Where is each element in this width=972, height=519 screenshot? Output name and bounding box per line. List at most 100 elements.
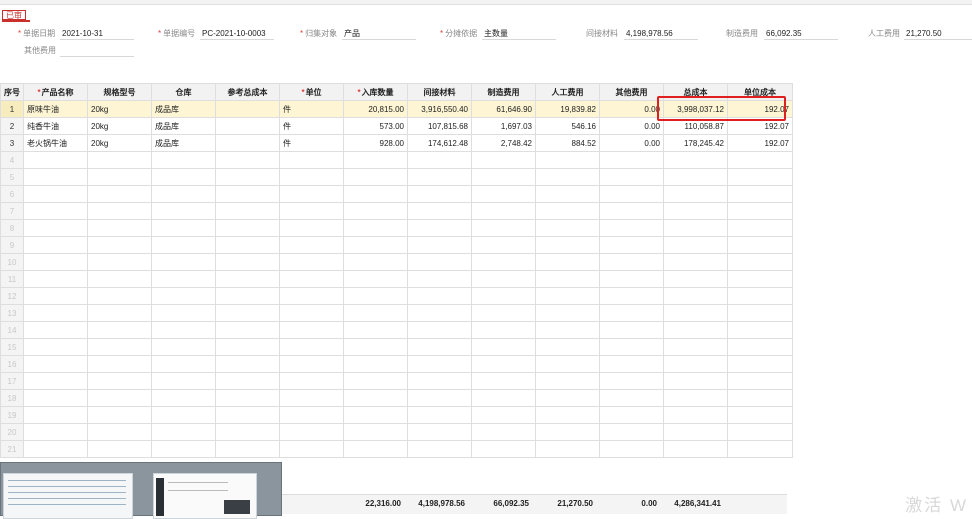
table-cell[interactable] [215,134,280,152]
column-header[interactable]: *产品名称 [23,83,88,101]
preview-window-2[interactable] [153,473,257,519]
table-cell[interactable] [23,185,88,203]
table-cell[interactable] [23,372,88,390]
table-cell[interactable]: 成品库 [151,117,216,135]
table-cell[interactable] [151,219,216,237]
table-cell[interactable] [87,440,152,458]
table-cell[interactable]: 纯香牛油 [23,117,88,135]
table-cell[interactable] [343,423,408,441]
table-cell[interactable] [727,355,793,373]
empty-table-row[interactable]: 19 [0,406,793,424]
table-cell[interactable] [535,236,600,254]
empty-table-row[interactable]: 17 [0,372,793,390]
table-cell[interactable] [599,406,664,424]
table-cell[interactable] [279,338,344,356]
empty-table-row[interactable]: 14 [0,321,793,339]
table-cell[interactable] [279,406,344,424]
table-cell[interactable] [215,151,280,169]
table-cell[interactable] [343,321,408,339]
table-cell[interactable] [599,338,664,356]
table-cell[interactable] [279,151,344,169]
table-cell[interactable] [727,423,793,441]
table-cell[interactable] [599,355,664,373]
table-cell[interactable] [471,304,536,322]
column-header[interactable]: 单位成本 [727,83,793,101]
table-cell[interactable] [215,287,280,305]
table-row[interactable]: 2 纯香牛油 20kg 成品库 件 573.00 107,815.68 1,697.03 546… [0,117,793,135]
table-cell[interactable] [727,168,793,186]
table-cell[interactable] [87,355,152,373]
table-cell[interactable] [343,338,408,356]
table-cell[interactable] [727,270,793,288]
empty-table-row[interactable]: 7 [0,202,793,220]
table-cell[interactable] [279,270,344,288]
table-cell[interactable] [151,270,216,288]
table-cell[interactable] [727,287,793,305]
table-cell[interactable] [407,423,472,441]
table-cell[interactable] [151,236,216,254]
table-cell[interactable] [23,253,88,271]
table-cell[interactable] [215,185,280,203]
table-cell[interactable]: 178,245.42 [663,134,728,152]
table-cell[interactable] [215,338,280,356]
column-header[interactable]: 规格型号 [87,83,152,101]
table-cell[interactable] [87,372,152,390]
table-cell[interactable] [343,304,408,322]
table-cell[interactable] [535,406,600,424]
table-cell[interactable]: 20,815.00 [343,100,408,118]
table-cell[interactable] [471,236,536,254]
table-cell[interactable] [343,185,408,203]
table-cell[interactable] [215,100,280,118]
table-cell[interactable] [663,202,728,220]
table-cell[interactable]: 192.07 [727,100,793,118]
table-cell[interactable] [151,440,216,458]
table-cell[interactable] [87,202,152,220]
table-cell[interactable] [663,219,728,237]
table-cell[interactable]: 原味牛油 [23,100,88,118]
empty-table-row[interactable]: 10 [0,253,793,271]
table-cell[interactable]: 2,748.42 [471,134,536,152]
table-cell[interactable] [151,151,216,169]
table-cell[interactable] [727,236,793,254]
empty-table-row[interactable]: 13 [0,304,793,322]
empty-table-row[interactable]: 12 [0,287,793,305]
table-cell[interactable]: 0.00 [599,100,664,118]
table-cell[interactable] [663,270,728,288]
table-cell[interactable] [407,304,472,322]
table-cell[interactable] [663,185,728,203]
table-cell[interactable]: 成品库 [151,100,216,118]
table-cell[interactable] [727,185,793,203]
table-cell[interactable] [471,355,536,373]
table-cell[interactable] [599,202,664,220]
table-cell[interactable] [279,253,344,271]
table-cell[interactable] [663,389,728,407]
table-cell[interactable] [87,219,152,237]
table-cell[interactable]: 110,058.87 [663,117,728,135]
table-cell[interactable] [279,355,344,373]
table-cell[interactable] [151,304,216,322]
table-cell[interactable] [215,423,280,441]
table-cell[interactable]: 61,646.90 [471,100,536,118]
table-cell[interactable] [535,168,600,186]
table-cell[interactable] [215,304,280,322]
table-cell[interactable]: 件 [279,134,344,152]
column-header[interactable]: 人工费用 [535,83,600,101]
table-cell[interactable] [343,440,408,458]
table-cell[interactable] [663,440,728,458]
table-cell[interactable] [215,406,280,424]
table-cell[interactable] [151,185,216,203]
table-cell[interactable] [23,338,88,356]
table-cell[interactable] [215,321,280,339]
table-cell[interactable] [151,406,216,424]
table-cell[interactable] [535,440,600,458]
table-cell[interactable] [599,372,664,390]
table-cell[interactable] [599,440,664,458]
table-cell[interactable] [535,338,600,356]
table-cell[interactable] [279,219,344,237]
column-header[interactable]: 间接材料 [407,83,472,101]
empty-table-row[interactable]: 8 [0,219,793,237]
table-cell[interactable] [471,202,536,220]
table-cell[interactable] [407,168,472,186]
table-cell[interactable] [535,304,600,322]
table-cell[interactable] [471,151,536,169]
